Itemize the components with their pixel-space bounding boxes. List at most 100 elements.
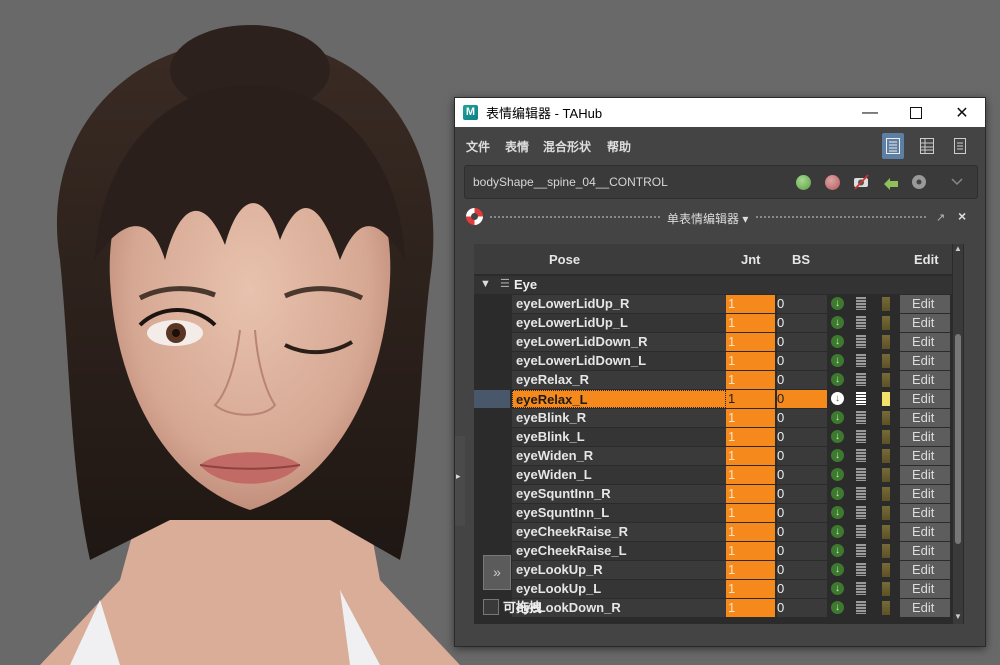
red-dot-button[interactable] (824, 174, 840, 190)
table-row[interactable]: eyeBlink_L 1 0 ↓ Edit (474, 428, 952, 447)
jnt-cell[interactable]: 1 (726, 314, 775, 332)
table-row[interactable]: eyeLookUp_L 1 0 ↓ Edit (474, 580, 952, 599)
apply-down-arrow-icon[interactable]: ↓ (831, 430, 844, 443)
jnt-cell[interactable]: 1 (726, 428, 775, 446)
jnt-cell[interactable]: 1 (726, 409, 775, 427)
edit-button[interactable]: Edit (900, 390, 950, 408)
table-row[interactable]: eyeRelax_R 1 0 ↓ Edit (474, 371, 952, 390)
bs-cell[interactable]: 0 (777, 352, 827, 370)
bs-cell[interactable]: 0 (777, 333, 827, 351)
edit-button[interactable]: Edit (900, 542, 950, 560)
table-row[interactable]: eyeLowerLidDown_R 1 0 ↓ Edit (474, 333, 952, 352)
bs-cell[interactable]: 0 (777, 409, 827, 427)
pose-name-cell[interactable]: eyeWiden_L (512, 466, 726, 484)
pose-list-icon[interactable] (856, 411, 866, 424)
bs-cell[interactable]: 0 (777, 314, 827, 332)
jnt-cell[interactable]: 1 (726, 580, 775, 598)
table-row[interactable]: eyeSquntInn_L 1 0 ↓ Edit (474, 504, 952, 523)
lock-icon[interactable] (882, 316, 890, 330)
draggable-checkbox[interactable] (483, 599, 499, 615)
apply-down-arrow-icon[interactable]: ↓ (831, 601, 844, 614)
lock-icon[interactable] (882, 449, 890, 463)
pose-list-icon[interactable] (856, 525, 866, 538)
bs-cell[interactable]: 0 (777, 466, 827, 484)
pose-list-icon[interactable] (856, 506, 866, 519)
table-row[interactable]: eyeCheekRaise_R 1 0 ↓ Edit (474, 523, 952, 542)
pose-list-icon[interactable] (856, 563, 866, 576)
apply-down-arrow-icon[interactable]: ↓ (831, 544, 844, 557)
apply-down-arrow-icon[interactable]: ↓ (831, 563, 844, 576)
lock-icon[interactable] (882, 563, 890, 577)
apply-down-arrow-icon[interactable]: ↓ (831, 449, 844, 462)
lock-icon[interactable] (882, 297, 890, 311)
jnt-cell[interactable]: 1 (726, 333, 775, 351)
drag-handle-right[interactable] (756, 216, 926, 218)
edit-button[interactable]: Edit (900, 523, 950, 541)
apply-down-arrow-icon[interactable]: ↓ (831, 487, 844, 500)
table-row[interactable]: eyeSquntInn_R 1 0 ↓ Edit (474, 485, 952, 504)
pose-list-icon[interactable] (856, 487, 866, 500)
edit-button[interactable]: Edit (900, 371, 950, 389)
edit-button[interactable]: Edit (900, 504, 950, 522)
lifebuoy-icon[interactable] (466, 208, 483, 225)
expand-button[interactable]: » (483, 555, 511, 590)
pose-table[interactable]: Pose Jnt BS Edit ▼ ☰ Eye eyeLowerLidUp_R… (474, 244, 964, 624)
edit-button[interactable]: Edit (900, 409, 950, 427)
table-row[interactable]: eyeCheekRaise_L 1 0 ↓ Edit (474, 542, 952, 561)
edit-button[interactable]: Edit (900, 295, 950, 313)
green-dot-button[interactable] (795, 174, 811, 190)
lock-icon[interactable] (882, 392, 890, 406)
pose-name-cell[interactable]: eyeLookDown_R (512, 599, 726, 617)
menu-file[interactable]: 文件 (466, 138, 490, 155)
layout-list-button[interactable] (882, 133, 904, 159)
minimize-button[interactable]: — (847, 98, 893, 127)
apply-down-arrow-icon[interactable]: ↓ (831, 411, 844, 424)
bs-cell[interactable]: 0 (777, 523, 827, 541)
pose-list-icon[interactable] (856, 449, 866, 462)
pose-name-cell[interactable]: eyeLowerLidDown_L (512, 352, 726, 370)
pose-name-cell[interactable]: eyeLookUp_R (512, 561, 726, 579)
bs-cell[interactable]: 0 (777, 580, 827, 598)
jnt-cell[interactable]: 1 (726, 352, 775, 370)
panel-title-dropdown[interactable]: 单表情编辑器 ▾ (667, 210, 748, 227)
close-button[interactable]: ✕ (939, 98, 985, 127)
layout-detail-button[interactable] (949, 133, 971, 159)
table-row[interactable]: eyeLowerLidUp_L 1 0 ↓ Edit (474, 314, 952, 333)
header-jnt[interactable]: Jnt (741, 252, 761, 267)
edit-button[interactable]: Edit (900, 466, 950, 484)
pose-name-cell[interactable]: eyeLowerLidDown_R (512, 333, 726, 351)
pose-name-cell[interactable]: eyeSquntInn_L (512, 504, 726, 522)
bs-cell[interactable]: 0 (777, 428, 827, 446)
pose-list-icon[interactable] (856, 601, 866, 614)
lock-icon[interactable] (882, 411, 890, 425)
row-gutter[interactable] (455, 436, 465, 526)
table-row[interactable]: eyeLowerLidUp_R 1 0 ↓ Edit (474, 295, 952, 314)
bs-cell[interactable]: 0 (777, 599, 827, 617)
jnt-cell[interactable]: 1 (726, 523, 775, 541)
lock-icon[interactable] (882, 525, 890, 539)
lock-icon[interactable] (882, 487, 890, 501)
jnt-cell[interactable]: 1 (726, 447, 775, 465)
apply-down-arrow-icon[interactable]: ↓ (831, 468, 844, 481)
edit-button[interactable]: Edit (900, 428, 950, 446)
bs-cell[interactable]: 0 (777, 295, 827, 313)
apply-down-arrow-icon[interactable]: ↓ (831, 582, 844, 595)
apply-down-arrow-icon[interactable]: ↓ (831, 373, 844, 386)
pose-list-icon[interactable] (856, 582, 866, 595)
edit-button[interactable]: Edit (900, 352, 950, 370)
pose-name-cell[interactable]: eyeCheekRaise_L (512, 542, 726, 560)
pose-name-cell[interactable]: eyeWiden_R (512, 447, 726, 465)
bs-cell[interactable]: 0 (777, 542, 827, 560)
jnt-cell[interactable]: 1 (726, 504, 775, 522)
apply-down-arrow-icon[interactable]: ↓ (831, 392, 844, 405)
jnt-cell[interactable]: 1 (726, 371, 775, 389)
lock-icon[interactable] (882, 601, 890, 615)
apply-down-arrow-icon[interactable]: ↓ (831, 525, 844, 538)
pose-name-cell[interactable]: eyeRelax_L (512, 390, 726, 408)
pose-name-cell[interactable]: eyeLowerLidUp_L (512, 314, 726, 332)
pose-list-icon[interactable] (856, 544, 866, 557)
table-row[interactable]: eyeLowerLidDown_L 1 0 ↓ Edit (474, 352, 952, 371)
pose-list-icon[interactable] (856, 354, 866, 367)
layout-grid-button[interactable] (916, 133, 938, 159)
jnt-cell[interactable]: 1 (726, 295, 775, 313)
